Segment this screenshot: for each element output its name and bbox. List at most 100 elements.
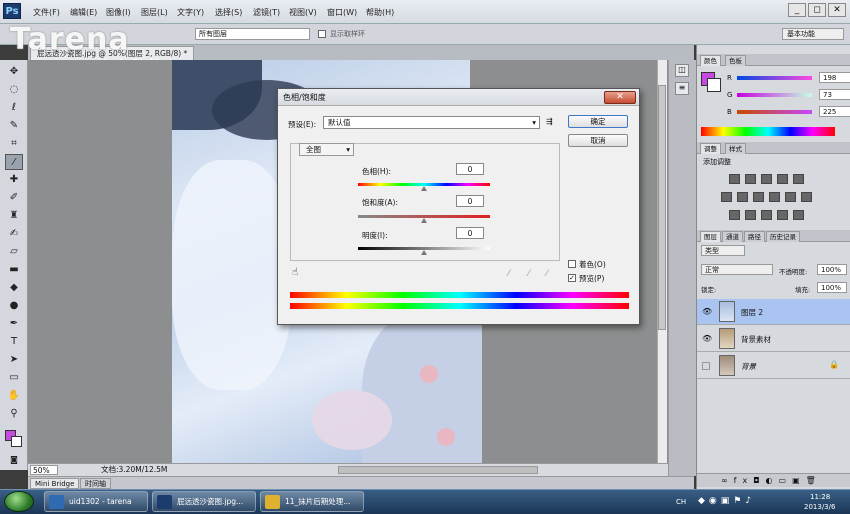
preset-select[interactable]: 默认值 ▾ — [323, 116, 540, 129]
hue-value[interactable]: 0 — [456, 163, 484, 175]
preview-checkbox[interactable]: ✓ — [568, 274, 576, 282]
input-language[interactable]: CH — [676, 498, 686, 506]
start-button[interactable] — [4, 491, 34, 512]
red-value[interactable]: 198 — [819, 72, 850, 83]
channel-mixer-adjust-icon[interactable] — [785, 192, 796, 202]
tab-adjustments[interactable]: 调整 — [700, 143, 721, 154]
eye-icon[interactable]: 👁 — [702, 334, 712, 343]
menu-window[interactable]: 窗口(W) — [327, 7, 357, 18]
menu-type[interactable]: 文字(Y) — [177, 7, 204, 18]
clone-stamp-icon[interactable]: ♜ — [5, 208, 23, 224]
red-slider[interactable] — [737, 76, 812, 80]
color-lookup-adjust-icon[interactable] — [801, 192, 812, 202]
menu-edit[interactable]: 编辑(E) — [70, 7, 97, 18]
timeline-tab[interactable]: 时间轴 — [80, 478, 111, 489]
healing-brush-icon[interactable]: ✚ — [5, 172, 23, 188]
horizontal-scroll-thumb[interactable] — [338, 466, 538, 474]
saturation-slider-knob[interactable] — [421, 218, 427, 223]
menu-file[interactable]: 文件(F) — [33, 7, 60, 18]
invert-adjust-icon[interactable] — [729, 210, 740, 220]
color-background-swatch[interactable] — [707, 78, 721, 92]
quick-select-tool-icon[interactable]: ✎ — [5, 118, 23, 134]
preset-options-icon[interactable]: ⇶ — [546, 117, 553, 126]
properties-panel-icon[interactable]: ≡ — [675, 82, 689, 95]
blue-value[interactable]: 225 — [819, 106, 850, 117]
gradient-map-adjust-icon[interactable] — [777, 210, 788, 220]
levels-adjust-icon[interactable] — [745, 174, 756, 184]
exposure-adjust-icon[interactable] — [777, 174, 788, 184]
sample-select[interactable]: 所有图层 — [195, 28, 310, 40]
tab-styles[interactable]: 样式 — [725, 143, 746, 154]
menu-select[interactable]: 选择(S) — [215, 7, 242, 18]
background-color-swatch[interactable] — [11, 436, 22, 447]
selective-color-adjust-icon[interactable] — [793, 210, 804, 220]
history-panel-icon[interactable]: ◫ — [675, 64, 689, 77]
restore-button[interactable]: ◻ — [808, 3, 826, 17]
crop-tool-icon[interactable]: ⌗ — [5, 136, 23, 152]
clock-time[interactable]: 11:28 — [810, 493, 830, 501]
ok-button[interactable]: 确定 — [568, 115, 628, 128]
type-tool-icon[interactable]: T — [5, 334, 23, 350]
layers-footer-toolbar[interactable]: ∞fx◘◐▭▣🗑 — [697, 473, 850, 487]
green-value[interactable]: 73 — [819, 89, 850, 100]
taskbar-item-folder[interactable]: 11_抹片后期处理... — [260, 491, 364, 512]
tab-swatches[interactable]: 色板 — [725, 55, 746, 66]
zoom-field[interactable]: 50% — [30, 465, 58, 475]
threshold-adjust-icon[interactable] — [761, 210, 772, 220]
layer-row-layer2[interactable]: 👁 图层 2 — [697, 299, 850, 325]
clock-date[interactable]: 2013/3/6 — [804, 503, 835, 511]
tab-paths[interactable]: 路径 — [744, 231, 765, 242]
posterize-adjust-icon[interactable] — [745, 210, 756, 220]
eyedropper-tool-icon[interactable]: ⁄ — [5, 154, 23, 170]
eyedropper-minus-icon[interactable]: ⁄ — [546, 269, 548, 279]
shape-tool-icon[interactable]: ▭ — [5, 370, 23, 386]
opacity-field[interactable]: 100% — [817, 264, 847, 275]
dodge-tool-icon[interactable]: ● — [5, 298, 23, 314]
lightness-slider-knob[interactable] — [421, 250, 427, 255]
show-ring-checkbox[interactable] — [318, 30, 326, 38]
menu-help[interactable]: 帮助(H) — [366, 7, 394, 18]
move-tool-icon[interactable]: ✥ — [5, 64, 23, 80]
colorize-checkbox[interactable] — [568, 260, 576, 268]
layer-filter-select[interactable]: 类型 — [701, 245, 745, 256]
tab-layers[interactable]: 图层 — [700, 231, 721, 242]
tab-color[interactable]: 颜色 — [700, 55, 721, 66]
gradient-tool-icon[interactable]: ▬ — [5, 262, 23, 278]
zoom-tool-icon[interactable]: ⚲ — [5, 406, 23, 422]
brush-tool-icon[interactable]: ✐ — [5, 190, 23, 206]
layer-row-background[interactable]: 背景 🔒 — [697, 353, 850, 379]
dialog-close-button[interactable]: ✕ — [604, 91, 636, 104]
cancel-button[interactable]: 取消 — [568, 134, 628, 147]
color-spectrum-bar[interactable] — [701, 127, 835, 136]
blur-tool-icon[interactable]: ◆ — [5, 280, 23, 296]
workspace-select[interactable]: 基本功能 — [782, 28, 844, 40]
menu-filter[interactable]: 滤镜(T) — [253, 7, 280, 18]
tab-channels[interactable]: 通道 — [722, 231, 743, 242]
curves-adjust-icon[interactable] — [761, 174, 772, 184]
minimize-button[interactable]: _ — [788, 3, 806, 17]
eye-icon[interactable]: 👁 — [702, 307, 712, 316]
marquee-tool-icon[interactable]: ◌ — [5, 82, 23, 98]
photo-filter-adjust-icon[interactable] — [769, 192, 780, 202]
hue-sat-adjust-icon[interactable] — [721, 192, 732, 202]
lasso-tool-icon[interactable]: ℓ — [5, 100, 23, 116]
menu-image[interactable]: 图像(I) — [106, 7, 131, 18]
color-balance-adjust-icon[interactable] — [737, 192, 748, 202]
green-slider[interactable] — [737, 93, 812, 97]
path-select-icon[interactable]: ➤ — [5, 352, 23, 368]
blue-slider[interactable] — [737, 110, 812, 114]
mini-bridge-tab[interactable]: Mini Bridge — [30, 478, 80, 489]
taskbar-item-photoshop[interactable]: 屁远透沙瓷图.jpg... — [152, 491, 256, 512]
eraser-tool-icon[interactable]: ▱ — [5, 244, 23, 260]
layer-row-material[interactable]: 👁 背景素材 — [697, 326, 850, 352]
taskbar-item-tarena[interactable]: uid1302 - tarena — [44, 491, 148, 512]
hand-tool-icon[interactable]: ✋ — [5, 388, 23, 404]
targeted-adjust-hand-icon[interactable]: ☝ — [292, 267, 298, 278]
channel-select[interactable]: 全图 ▾ — [299, 143, 354, 156]
lightness-value[interactable]: 0 — [456, 227, 484, 239]
menu-layer[interactable]: 图层(L) — [141, 7, 168, 18]
bw-adjust-icon[interactable] — [753, 192, 764, 202]
brightness-adjust-icon[interactable] — [729, 174, 740, 184]
close-button[interactable]: ✕ — [828, 3, 846, 17]
vertical-scroll-thumb[interactable] — [658, 85, 666, 330]
